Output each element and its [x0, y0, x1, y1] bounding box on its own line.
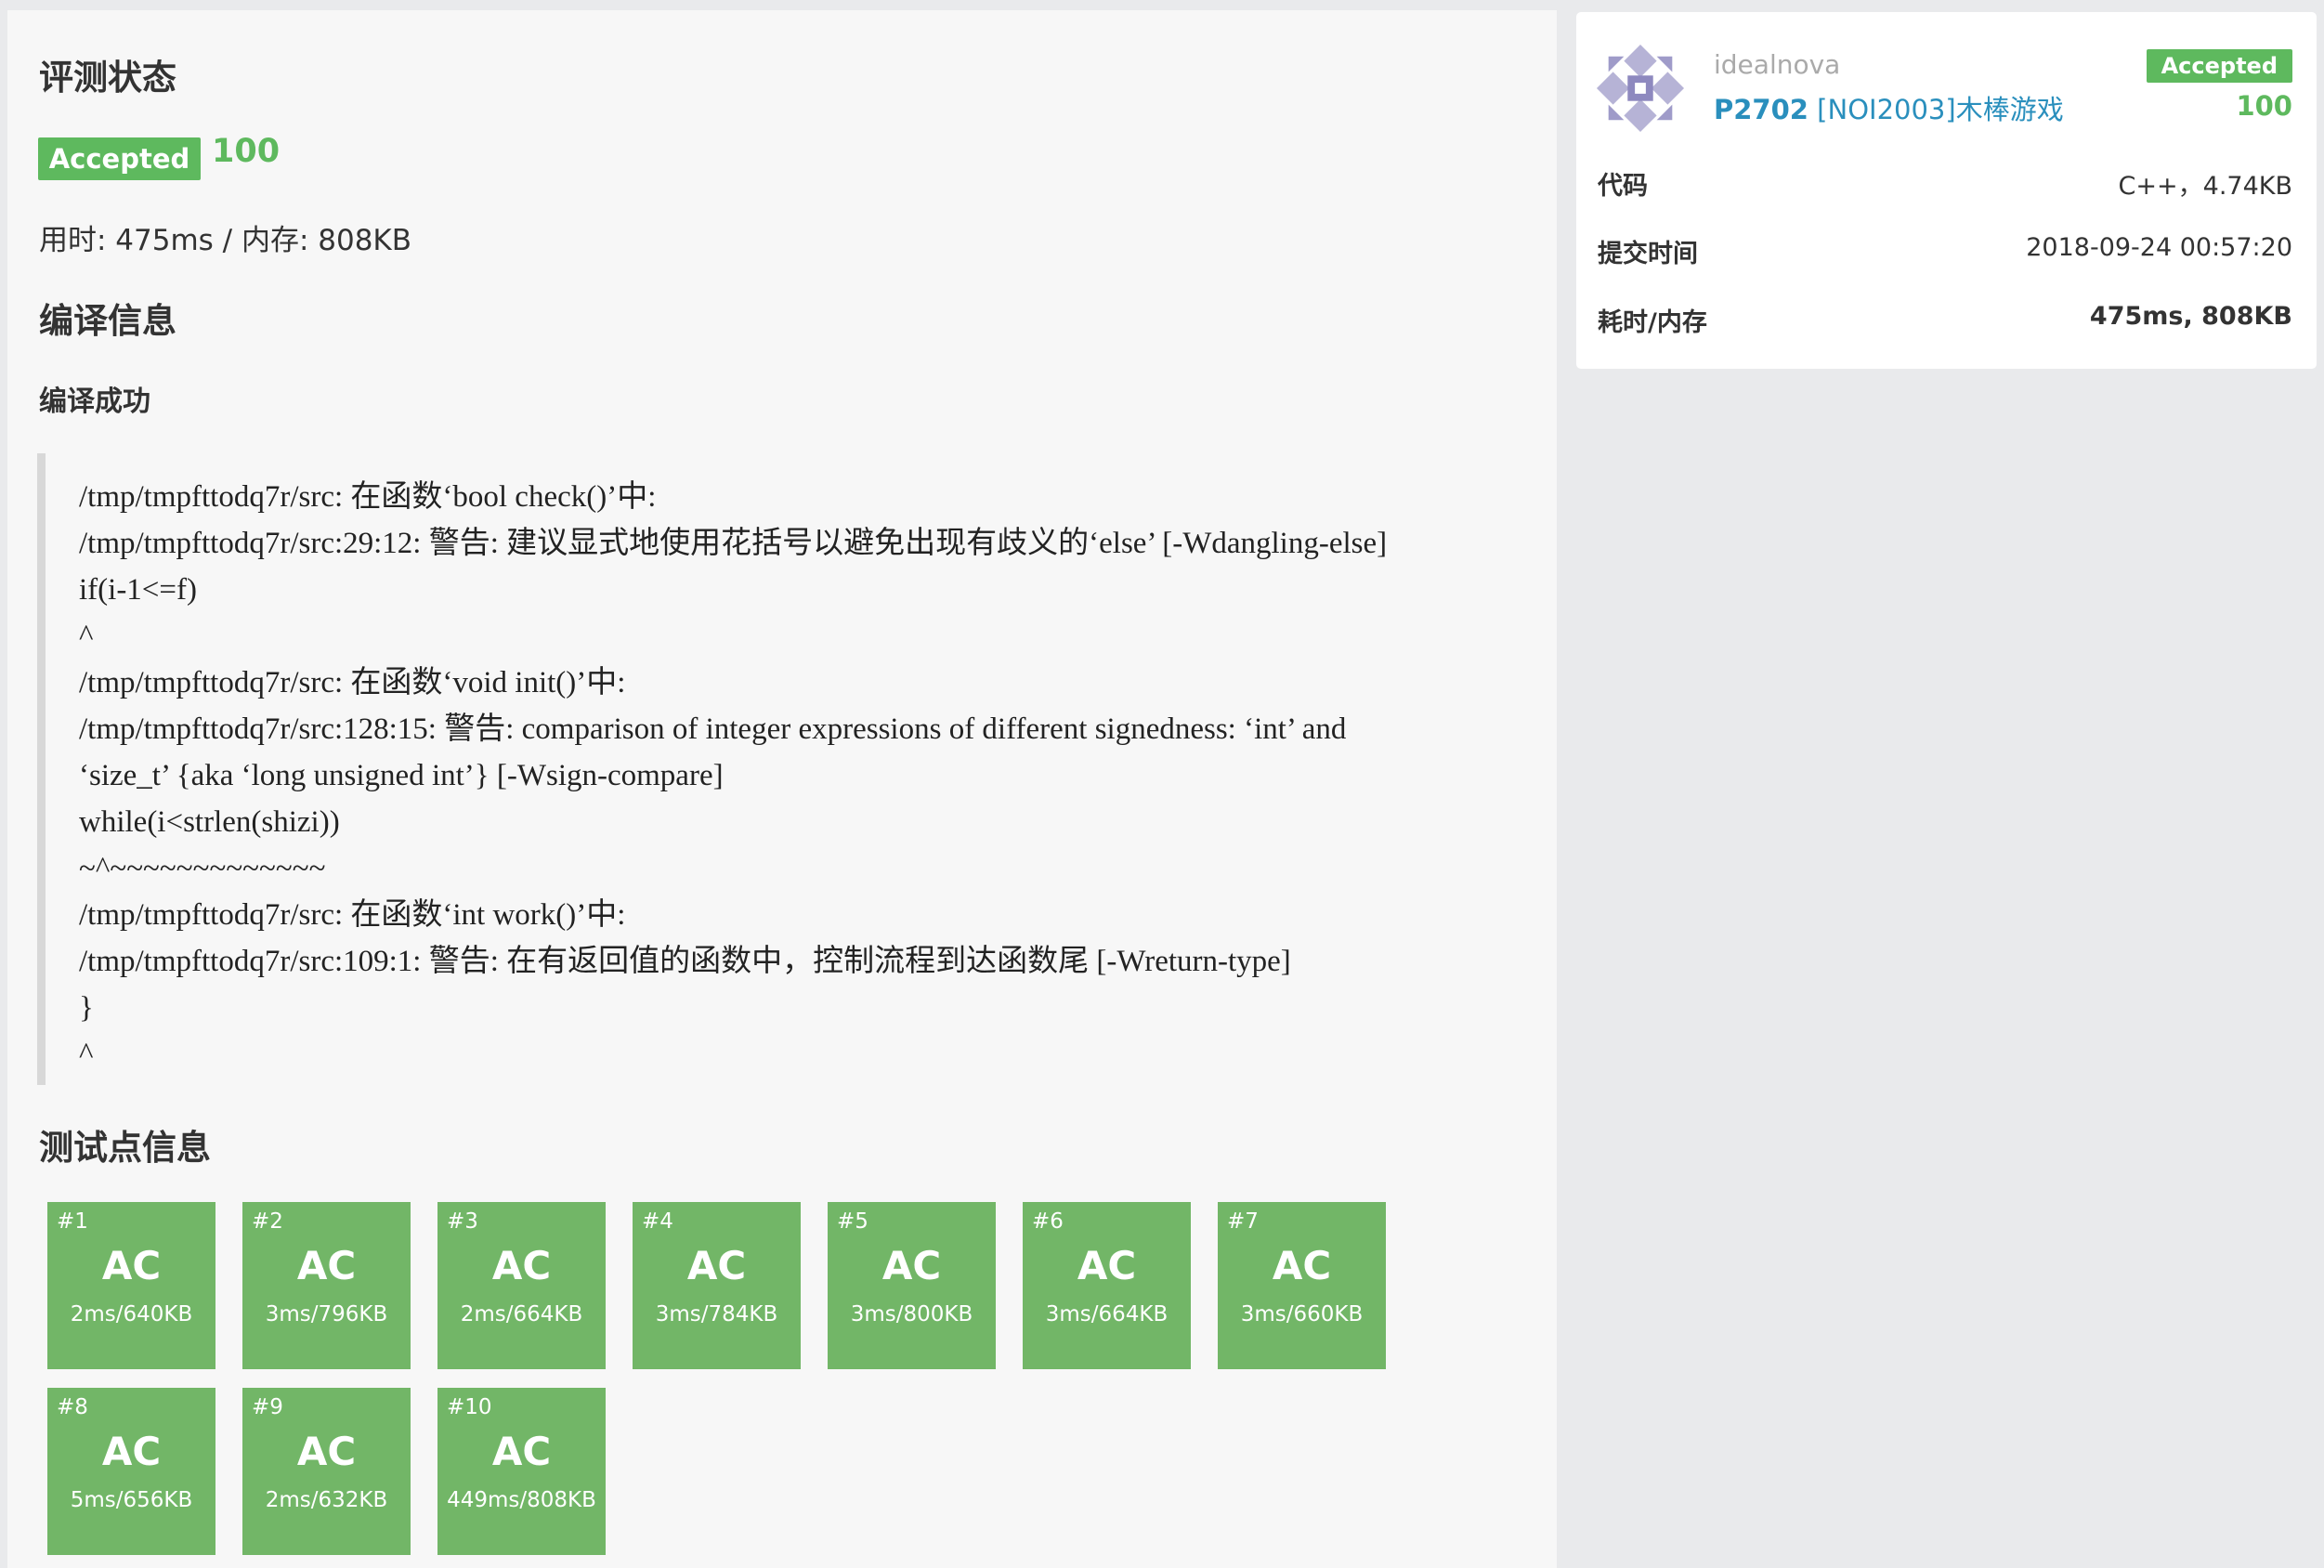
testcase-number: #8 [57, 1395, 88, 1419]
testcase-tile[interactable]: #8 AC 5ms/656KB [47, 1388, 215, 1555]
testcase-result: AC [296, 1243, 357, 1288]
submission-summary-card: idealnova P2702 [NOI2003]木棒游戏 Accepted 1… [1576, 12, 2317, 369]
testcase-number: #2 [252, 1209, 283, 1234]
testcase-tile[interactable]: #5 AC 3ms/800KB [828, 1202, 996, 1369]
compile-log-line: } [79, 991, 94, 1025]
testcase-result: AC [101, 1429, 162, 1474]
testcase-number: #5 [837, 1209, 868, 1234]
testcase-result: AC [491, 1429, 552, 1474]
compile-log-line: /tmp/tmpfttodq7r/src:109:1: 警告: 在有返回值的函数… [79, 945, 1291, 978]
testcase-number: #6 [1032, 1209, 1064, 1234]
compile-log-line: ‘size_t’ {aka ‘long unsigned int’} [-Wsi… [79, 759, 724, 792]
testcase-tile[interactable]: #1 AC 2ms/640KB [47, 1202, 215, 1369]
testcase-usage: 2ms/640KB [70, 1302, 193, 1326]
testcase-usage: 2ms/664KB [460, 1302, 583, 1326]
testcase-tile[interactable]: #7 AC 3ms/660KB [1218, 1202, 1386, 1369]
compile-log-line: /tmp/tmpfttodq7r/src: 在函数‘int work()’中: [79, 898, 626, 932]
status-score: 100 [212, 133, 281, 170]
testcase-result: AC [296, 1429, 357, 1474]
testcase-tile[interactable]: #10 AC 449ms/808KB [437, 1388, 606, 1555]
testcase-result: AC [1077, 1243, 1137, 1288]
testcase-number: #7 [1227, 1209, 1259, 1234]
testcase-usage: 3ms/664KB [1045, 1302, 1169, 1326]
testcase-tile[interactable]: #2 AC 3ms/796KB [242, 1202, 411, 1369]
testcase-result: AC [1272, 1243, 1332, 1288]
compile-heading: 编译信息 [39, 301, 176, 341]
testcase-usage: 449ms/808KB [447, 1488, 596, 1512]
compile-log-line: /tmp/tmpfttodq7r/src: 在函数‘bool check()’中… [79, 480, 657, 514]
testcase-number: #4 [642, 1209, 673, 1234]
testcase-usage: 2ms/632KB [265, 1488, 388, 1512]
testcase-usage: 5ms/656KB [70, 1488, 193, 1512]
status-usage: 用时: 475ms / 内存: 808KB [39, 224, 412, 257]
compile-log: /tmp/tmpfttodq7r/src: 在函数‘bool check()’中… [37, 453, 1533, 1085]
testcase-tile[interactable]: #4 AC 3ms/784KB [633, 1202, 801, 1369]
testcase-heading: 测试点信息 [39, 1128, 211, 1168]
submit-time-label: 提交时间 [1598, 240, 1698, 268]
testcase-number: #3 [447, 1209, 478, 1234]
testcase-result: AC [686, 1243, 747, 1288]
compile-log-line: /tmp/tmpfttodq7r/src:29:12: 警告: 建议显式地使用花… [79, 527, 1388, 560]
testcase-number: #1 [57, 1209, 88, 1234]
compile-log-line: while(i<strlen(shizi)) [79, 805, 340, 839]
compile-log-line: ^ [79, 620, 94, 653]
testcase-number: #9 [252, 1395, 283, 1419]
status-heading: 评测状态 [39, 58, 176, 98]
code-value[interactable]: C++，4.74KB [2119, 165, 2292, 202]
compile-log-line: /tmp/tmpfttodq7r/src:128:15: 警告: compari… [79, 712, 1347, 746]
usage-label: 耗时/内存 [1598, 308, 1707, 337]
summary-status-badge: Accepted [2146, 49, 2292, 83]
summary-score: 100 [2236, 90, 2292, 122]
usage-value: 475ms, 808KB [2089, 302, 2292, 331]
compile-log-line: ^ [79, 1038, 94, 1071]
submit-time-value: 2018-09-24 00:57:20 [2026, 233, 2292, 262]
testcase-result: AC [491, 1243, 552, 1288]
problem-title: [NOI2003]木棒游戏 [1808, 94, 2064, 125]
testcase-usage: 3ms/796KB [265, 1302, 388, 1326]
testcase-usage: 3ms/784KB [655, 1302, 778, 1326]
code-label: 代码 [1598, 172, 1648, 201]
testcase-tile[interactable]: #3 AC 2ms/664KB [437, 1202, 606, 1369]
testcase-tile[interactable]: #9 AC 2ms/632KB [242, 1388, 411, 1555]
avatar[interactable] [1595, 43, 1686, 134]
compile-log-line: /tmp/tmpfttodq7r/src: 在函数‘void init()’中: [79, 666, 626, 699]
testcase-usage: 3ms/800KB [850, 1302, 973, 1326]
testcase-result: AC [101, 1243, 162, 1288]
problem-id: P2702 [1714, 94, 1808, 125]
problem-link[interactable]: P2702 [NOI2003]木棒游戏 [1714, 88, 2064, 127]
compile-log-line: ~^~~~~~~~~~~~~~ [79, 852, 326, 885]
compile-result: 编译成功 [39, 385, 150, 418]
submission-detail-panel: 评测状态 Accepted 100 用时: 475ms / 内存: 808KB … [7, 10, 1557, 1568]
testcase-result: AC [881, 1243, 942, 1288]
compile-log-line: if(i-1<=f) [79, 573, 198, 607]
testcase-tile[interactable]: #6 AC 3ms/664KB [1023, 1202, 1191, 1369]
username[interactable]: idealnova [1714, 49, 1840, 80]
testcase-number: #10 [447, 1395, 492, 1419]
status-badge: Accepted [38, 137, 201, 180]
testcase-usage: 3ms/660KB [1240, 1302, 1364, 1326]
